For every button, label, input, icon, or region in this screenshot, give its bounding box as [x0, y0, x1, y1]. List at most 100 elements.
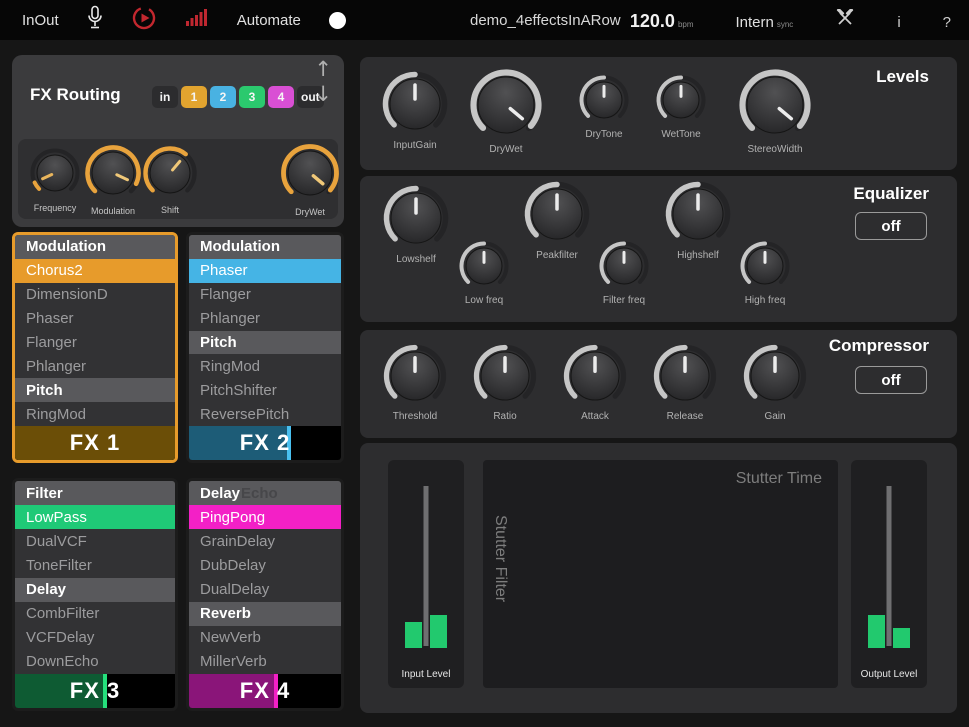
knob-dial[interactable]	[738, 239, 792, 293]
knob-dial[interactable]	[664, 180, 732, 248]
routing-chip-2[interactable]: 2	[210, 86, 236, 108]
output-slider-track[interactable]	[887, 486, 892, 646]
fx1-footer-slider[interactable]: FX 1	[15, 426, 175, 460]
routing-up-arrow-icon[interactable]: ↑	[314, 59, 332, 80]
fx-effect-item[interactable]: DualVCF	[15, 529, 175, 553]
knob-attack[interactable]: Attack	[562, 343, 628, 422]
knob-dial[interactable]	[83, 143, 143, 203]
knob-dial[interactable]	[738, 68, 812, 142]
knob-filterfreq[interactable]: Filter freq	[597, 239, 651, 306]
knob-dial[interactable]	[279, 142, 341, 204]
fx-effect-item[interactable]: Phaser	[15, 307, 175, 331]
fx-effect-item[interactable]: DownEcho	[15, 650, 175, 674]
sync-selector[interactable]: Internsync	[736, 14, 794, 32]
knob-release[interactable]: Release	[652, 343, 718, 422]
signal-level-icon[interactable]	[185, 8, 209, 33]
knob-dial[interactable]	[742, 343, 808, 409]
record-play-icon[interactable]	[131, 5, 157, 36]
fx-effect-item[interactable]: LowPass	[15, 505, 175, 529]
output-level-slider[interactable]: Output Level	[851, 460, 927, 688]
fx-effect-item[interactable]: NewVerb	[189, 626, 341, 650]
routing-chip-4[interactable]: 4	[268, 86, 294, 108]
knob-shift[interactable]: Shift	[141, 144, 199, 215]
fx-item-label: LowPass	[26, 509, 87, 526]
inout-button[interactable]: InOut	[22, 12, 59, 29]
equalizer-toggle-button[interactable]: off	[855, 212, 927, 240]
stutter-xy-pad[interactable]: Stutter Time Stutter Filter	[483, 460, 838, 688]
knob-dial[interactable]	[28, 146, 82, 200]
knob-gain[interactable]: Gain	[742, 343, 808, 422]
knob-dial[interactable]	[652, 343, 718, 409]
fx-effect-item[interactable]: Phlanger	[15, 354, 175, 378]
fx-effect-item[interactable]: ReversePitch	[189, 402, 341, 426]
knob-lowshelf[interactable]: Lowshelf	[382, 184, 450, 265]
knob-frequency[interactable]: Frequency	[28, 146, 82, 213]
fx-effect-item[interactable]: ToneFilter	[15, 553, 175, 577]
knob-threshold[interactable]: Threshold	[382, 343, 448, 422]
knob-dial[interactable]	[141, 144, 199, 202]
fx-effect-item[interactable]: GrainDelay	[189, 529, 341, 553]
fx-effect-item[interactable]: MillerVerb	[189, 650, 341, 674]
knob-dial[interactable]	[382, 184, 450, 252]
fx-category-header: Modulation	[15, 235, 175, 259]
knob-dial[interactable]	[382, 343, 448, 409]
fx-effect-item[interactable]: Flanger	[15, 331, 175, 355]
fx4-footer-slider[interactable]: FX 4	[189, 674, 341, 708]
knob-dial[interactable]	[469, 68, 543, 142]
knob-dial[interactable]	[597, 239, 651, 293]
knob-dial[interactable]	[654, 73, 708, 127]
fx-effect-item[interactable]: Phlanger	[189, 307, 341, 331]
fx-effect-item[interactable]: Phaser	[189, 259, 341, 283]
fx2-footer-slider[interactable]: FX 2	[189, 426, 341, 460]
knob-highfreq[interactable]: High freq	[738, 239, 792, 306]
routing-chip-3[interactable]: 3	[239, 86, 265, 108]
compressor-toggle-button[interactable]: off	[855, 366, 927, 394]
fx-effect-item[interactable]: DubDelay	[189, 553, 341, 577]
knob-dial[interactable]	[457, 239, 511, 293]
knob-dial[interactable]	[381, 70, 449, 138]
fx-effect-item[interactable]: VCFDelay	[15, 626, 175, 650]
fx-effect-item[interactable]: CombFilter	[15, 602, 175, 626]
routing-down-arrow-icon[interactable]: ↓	[314, 84, 332, 105]
routing-chip-in[interactable]: in	[152, 86, 178, 108]
preset-title[interactable]: demo_4effectsInARow	[470, 12, 621, 29]
tools-icon[interactable]	[835, 9, 855, 32]
fx-effect-item[interactable]: PitchShifter	[189, 378, 341, 402]
knob-dial[interactable]	[523, 180, 591, 248]
knob-ratio[interactable]: Ratio	[472, 343, 538, 422]
fx-effect-item[interactable]: Flanger	[189, 283, 341, 307]
fx-effect-item[interactable]: DualDelay	[189, 578, 341, 602]
fx-routing-title: FX Routing	[30, 85, 121, 105]
fx4-panel: DelayEchoPingPongGrainDelayDubDelayDualD…	[186, 478, 344, 711]
knob-dial[interactable]	[472, 343, 538, 409]
automate-toggle[interactable]	[329, 12, 346, 29]
tempo-display[interactable]: 120.0bpm	[630, 11, 694, 32]
knob-dial[interactable]	[577, 73, 631, 127]
knob-highshelf[interactable]: Highshelf	[664, 180, 732, 261]
fx-effect-item[interactable]: RingMod	[15, 402, 175, 426]
input-level-slider[interactable]: Input Level	[388, 460, 464, 688]
fx-effect-item[interactable]: Chorus2	[15, 259, 175, 283]
knob-stereowidth[interactable]: StereoWidth	[738, 68, 812, 155]
info-button[interactable]: i	[897, 14, 900, 31]
fx4-effect-list: DelayEchoPingPongGrainDelayDubDelayDualD…	[189, 481, 341, 674]
routing-chip-1[interactable]: 1	[181, 86, 207, 108]
help-button[interactable]: ?	[943, 14, 951, 31]
microphone-icon[interactable]	[87, 5, 103, 36]
knob-lowfreq[interactable]: Low freq	[457, 239, 511, 306]
knob-dial[interactable]	[562, 343, 628, 409]
input-slider-track[interactable]	[424, 486, 429, 646]
knob-modulation[interactable]: Modulation	[83, 143, 143, 216]
knob-peakfilter[interactable]: Peakfilter	[523, 180, 591, 261]
knob-drywet-main[interactable]: DryWet	[469, 68, 543, 155]
fx3-footer-slider[interactable]: FX 3	[15, 674, 175, 708]
fx-effect-item[interactable]: DimensionD	[15, 283, 175, 307]
fx-effect-item[interactable]: PingPong	[189, 505, 341, 529]
fx-effect-item[interactable]: RingMod	[189, 354, 341, 378]
knob-inputgain[interactable]: InputGain	[381, 70, 449, 151]
fx-item-label: Delay	[200, 485, 240, 502]
knob-drytone[interactable]: DryTone	[577, 73, 631, 140]
routing-knob-area: Frequency Modulation Shift DryWet	[18, 139, 338, 219]
knob-wettone[interactable]: WetTone	[654, 73, 708, 140]
knob-drywet[interactable]: DryWet	[279, 142, 341, 217]
